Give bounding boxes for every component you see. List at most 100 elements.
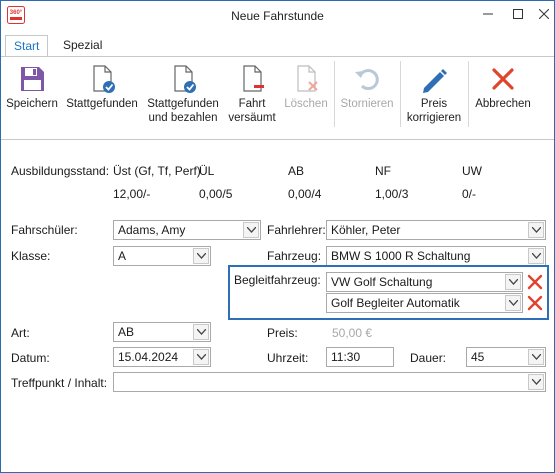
- vehicle-select[interactable]: BMW S 1000 R Schaltung: [326, 246, 546, 266]
- escort-vehicle-value-1: VW Golf Schaltung: [331, 275, 433, 289]
- x-icon: [492, 68, 514, 90]
- ribbon-toolbar: Speichern Stattgefunden Stattgefunden un…: [1, 57, 554, 139]
- status-value-ul: 0,00/5: [199, 187, 233, 201]
- tab-start[interactable]: Start: [5, 35, 49, 57]
- x-icon: [527, 295, 543, 311]
- correct-price-label-line1: Preis: [420, 98, 448, 110]
- ribbon-separator: [468, 61, 469, 127]
- status-header-nf: NF: [375, 164, 391, 178]
- duration-value: 45: [471, 350, 485, 364]
- remove-escort-vehicle-2-button[interactable]: [526, 294, 544, 312]
- status-value-ab: 0,00/4: [288, 187, 322, 201]
- document-check-icon: [93, 65, 115, 93]
- class-value: A: [118, 249, 127, 263]
- training-status-label: Ausbildungsstand:: [11, 164, 110, 178]
- chevron-down-icon[interactable]: [528, 374, 544, 390]
- status-value-uw: 0/-: [462, 187, 477, 201]
- time-label: Uhrzeit:: [267, 351, 309, 365]
- chevron-down-icon[interactable]: [193, 248, 209, 264]
- tab-spezial[interactable]: Spezial: [55, 35, 110, 57]
- correct-price-button[interactable]: Preis korrigieren: [403, 57, 465, 137]
- close-icon: [539, 9, 549, 19]
- chevron-down-icon[interactable]: [505, 295, 521, 311]
- status-value-nf: 1,00/3: [375, 187, 409, 201]
- type-value: AB: [118, 325, 135, 339]
- chevron-down-icon[interactable]: [243, 222, 259, 238]
- escort-vehicle-value-2: Golf Begleiter Automatik: [331, 296, 460, 310]
- delete-button[interactable]: Löschen: [281, 57, 331, 137]
- save-label: Speichern: [6, 98, 58, 110]
- cancel-booking-button[interactable]: Stornieren: [337, 57, 397, 137]
- chevron-down-icon[interactable]: [193, 349, 209, 365]
- document-delete-icon: [297, 65, 318, 92]
- maximize-icon: [513, 9, 523, 19]
- class-label: Klasse:: [11, 249, 51, 263]
- document-minus-icon: [243, 65, 264, 92]
- done-and-pay-label: Stattgefunden und bezahlen: [143, 97, 223, 125]
- chevron-down-icon[interactable]: [193, 324, 209, 340]
- correct-price-label-line2: korrigieren: [406, 112, 462, 124]
- student-select[interactable]: Adams, Amy: [113, 220, 261, 240]
- done-button[interactable]: Stattgefunden: [63, 57, 141, 137]
- price-label: Preis:: [267, 326, 298, 340]
- escort-vehicle-select-1[interactable]: VW Golf Schaltung: [326, 272, 523, 292]
- dialog-window: 360° Neue Fahrstunde Start Spezial Speic: [0, 0, 555, 473]
- close-button[interactable]: [529, 1, 555, 27]
- delete-label: Löschen: [284, 98, 328, 110]
- trip-missed-label-line1: Fahrt: [238, 98, 266, 110]
- student-label: Fahrschüler:: [11, 223, 78, 237]
- chevron-down-icon[interactable]: [528, 248, 544, 264]
- save-button[interactable]: Speichern: [3, 57, 61, 137]
- type-label: Art:: [11, 326, 30, 340]
- date-value: 15.04.2024: [118, 350, 179, 364]
- ribbon-separator: [334, 61, 335, 127]
- status-header-ab: AB: [288, 164, 305, 178]
- ribbon-tabs: Start Spezial: [1, 35, 554, 57]
- window-title: Neue Fahrstunde: [231, 9, 324, 23]
- instructor-value: Köhler, Peter: [331, 223, 401, 237]
- status-header-uw: UW: [462, 164, 482, 178]
- remove-escort-vehicle-1-button[interactable]: [526, 273, 544, 291]
- duration-select[interactable]: 45: [466, 347, 546, 367]
- ribbon-separator: [400, 61, 401, 127]
- trip-missed-label-line2: versäumt: [228, 112, 276, 124]
- done-and-pay-button[interactable]: Stattgefunden und bezahlen: [143, 57, 223, 137]
- chevron-down-icon[interactable]: [505, 274, 521, 290]
- trip-missed-label: Fahrt versäumt: [223, 97, 281, 125]
- time-value: 11:30: [331, 350, 361, 364]
- time-input[interactable]: 11:30: [326, 347, 394, 367]
- student-value: Adams, Amy: [118, 223, 186, 237]
- abort-button[interactable]: Abbrechen: [471, 57, 535, 137]
- cancel-booking-label: Stornieren: [340, 98, 394, 110]
- status-header-ueb: Üst (Gf, Tf, Perf): [113, 164, 201, 178]
- chevron-down-icon[interactable]: [528, 349, 544, 365]
- meeting-point-select[interactable]: [113, 372, 546, 392]
- done-and-pay-label-line2: und bezahlen: [148, 112, 218, 124]
- duration-label: Dauer:: [410, 351, 447, 365]
- undo-icon: [355, 69, 379, 91]
- meeting-point-label: Treffpunkt / Inhalt:: [11, 376, 108, 390]
- floppy-disk-icon: [21, 67, 44, 91]
- vehicle-value: BMW S 1000 R Schaltung: [331, 249, 471, 263]
- instructor-label: Fahrlehrer:: [267, 223, 326, 237]
- type-select[interactable]: AB: [113, 322, 211, 342]
- pencil-icon: [423, 69, 447, 93]
- class-select[interactable]: A: [113, 246, 211, 266]
- correct-price-label: Preis korrigieren: [403, 97, 465, 125]
- date-picker[interactable]: 15.04.2024: [113, 347, 211, 367]
- document-check-icon: [174, 65, 196, 93]
- escort-vehicle-select-2[interactable]: Golf Begleiter Automatik: [326, 293, 523, 313]
- status-header-ul: ÜL: [199, 164, 215, 178]
- title-bar: 360° Neue Fahrstunde: [1, 1, 554, 31]
- instructor-select[interactable]: Köhler, Peter: [326, 220, 546, 240]
- minimize-button[interactable]: [473, 1, 503, 27]
- divider: [1, 139, 554, 140]
- status-value-ueb: 12,00/-: [113, 187, 151, 201]
- date-label: Datum:: [11, 351, 50, 365]
- escort-vehicle-label: Begleitfahrzeug:: [234, 273, 321, 287]
- chevron-down-icon[interactable]: [528, 222, 544, 238]
- done-and-pay-label-line1: Stattgefunden: [147, 98, 219, 110]
- done-label: Stattgefunden: [66, 98, 138, 110]
- x-icon: [527, 274, 543, 290]
- trip-missed-button[interactable]: Fahrt versäumt: [223, 57, 281, 137]
